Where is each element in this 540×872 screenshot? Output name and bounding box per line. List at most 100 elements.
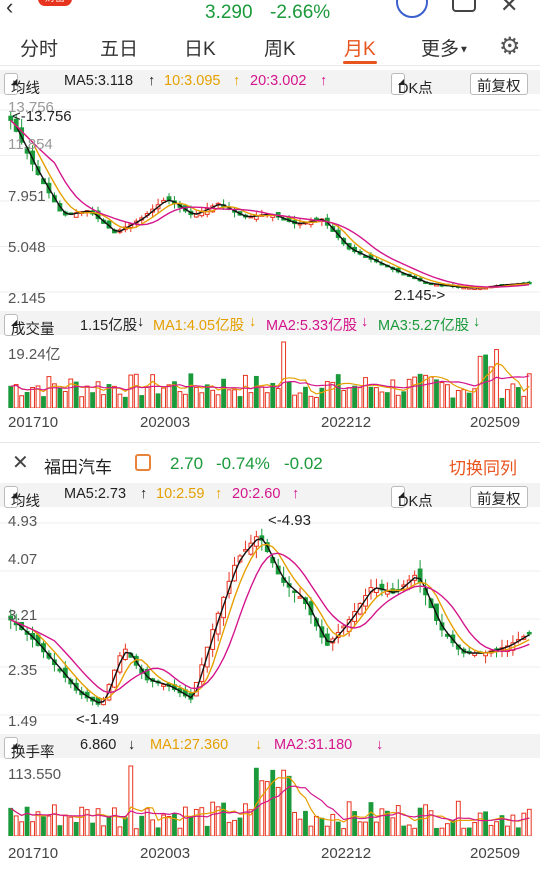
chart2-turnover[interactable] <box>0 760 540 837</box>
vol-ma1: MA1:4.05亿股 <box>153 318 245 334</box>
adjust-button[interactable]: 前复权 <box>470 486 528 508</box>
volume-bar <box>275 388 281 409</box>
dk-point-button[interactable]: DK点 ◢ <box>391 486 433 510</box>
volume-bar <box>243 803 248 837</box>
volume-bar <box>466 827 472 837</box>
vol-toggle-button[interactable]: 成交量 ◢ <box>4 314 55 338</box>
chart1-volume[interactable] <box>0 336 540 409</box>
volume-bar <box>161 387 166 409</box>
volume-bar <box>281 769 287 837</box>
more-icon[interactable] <box>452 0 476 12</box>
tab-monthly-k[interactable]: 月K <box>344 34 376 61</box>
chart1-candles[interactable] <box>0 96 540 306</box>
volume-bar <box>112 807 117 837</box>
volume-bar <box>199 392 205 409</box>
volume-bar <box>210 801 216 837</box>
volume-bar <box>139 395 145 409</box>
volume-bar <box>232 819 237 837</box>
search-icon[interactable] <box>396 0 428 18</box>
volume-bar <box>133 373 139 409</box>
volume-bar <box>368 386 374 409</box>
volume-bar <box>439 827 445 837</box>
chart2-svg <box>0 522 540 716</box>
turnover-toggle-button[interactable]: 换手率 ◢ <box>4 737 55 761</box>
volume-bar <box>139 815 145 837</box>
c1-low-note: 2.145-> <box>394 287 446 304</box>
volume-bar <box>79 396 85 409</box>
volume-bar <box>182 393 188 409</box>
volume-bar <box>363 377 368 409</box>
ma-toggle-button[interactable]: 均线 ◢ <box>4 486 40 510</box>
vol-ma3: MA3:5.27亿股 <box>378 318 470 334</box>
ma-line-3 <box>10 552 530 694</box>
menu-icon[interactable]: ✕ <box>500 0 518 18</box>
volume-bar <box>51 804 57 837</box>
compare-stock-name: 福田汽车 <box>44 458 112 477</box>
tab-more[interactable]: 更多▼ <box>421 34 469 61</box>
volume-bar <box>417 807 423 837</box>
volume-bar <box>297 392 303 409</box>
divider <box>0 442 540 443</box>
volume-bar <box>144 386 150 409</box>
volume-bar <box>308 395 314 409</box>
chart1-vol-row: 成交量 ◢ 1.15亿股 ↓ MA1:4.05亿股 ↓ MA2:5.33亿股 ↓… <box>0 311 540 338</box>
volume-bar <box>412 376 418 409</box>
volume-bar <box>204 384 210 409</box>
ma-toggle-button[interactable]: 均线 ◢ <box>4 73 40 97</box>
switch-compare-button[interactable]: 切换同列 <box>449 454 517 479</box>
volume-bar <box>122 396 128 409</box>
volume-bar <box>221 378 227 409</box>
c2-price-label: 1.49 <box>8 713 38 730</box>
volume-bar <box>319 817 325 837</box>
ma-line-1 <box>10 119 530 289</box>
volume-bar <box>461 827 467 837</box>
close-icon[interactable]: ✕ <box>12 450 29 475</box>
turnover-ma2: MA2:31.180 <box>274 737 353 753</box>
ma-line-3 <box>10 119 530 288</box>
volume-bar <box>417 373 423 409</box>
volume-bar <box>193 386 199 409</box>
turnover-max-label: 113.550 <box>8 766 62 783</box>
settings-icon[interactable]: ⚙ <box>499 32 521 61</box>
c1-price-label: 7.951 <box>8 188 46 205</box>
volume-bar <box>439 382 445 409</box>
volume-bar <box>384 392 390 409</box>
volume-bar <box>363 821 368 837</box>
volume-bar <box>237 396 243 409</box>
volume-bar <box>188 816 194 837</box>
tab-five-day[interactable]: 五日 <box>100 34 138 61</box>
volume-bar <box>13 815 19 837</box>
volume-bar <box>286 775 292 837</box>
c2-price-label: 4.93 <box>8 513 38 530</box>
volume-bar <box>505 825 510 837</box>
vol-ma1-arrow: ↓ <box>249 314 257 330</box>
lock-icon[interactable] <box>135 454 151 471</box>
tab-weekly-k[interactable]: 周K <box>264 34 296 61</box>
turnover-toggle-label: 换手率 <box>11 745 55 761</box>
adjust-button[interactable]: 前复权 <box>470 73 528 95</box>
dropdown-icon: ▼ <box>459 44 469 56</box>
tab-daily-k[interactable]: 日K <box>184 34 216 61</box>
volume-bar <box>488 824 494 837</box>
volume-bar <box>259 386 265 409</box>
volume-bar <box>264 392 270 409</box>
volume-bar <box>177 827 183 837</box>
volume-bar <box>221 802 227 837</box>
volume-bar <box>357 821 363 837</box>
back-arrow-icon[interactable]: ‹ <box>6 0 13 20</box>
volume-bar <box>133 828 139 837</box>
volume-bar <box>379 391 385 409</box>
tab-intraday[interactable]: 分时 <box>20 34 58 61</box>
dk-point-button[interactable]: DK点 ◢ <box>391 73 433 97</box>
chart2-candles[interactable] <box>0 509 540 731</box>
volume-bar <box>423 804 428 837</box>
volume-bar <box>46 376 52 409</box>
c2-high-note: <-4.93 <box>268 512 311 529</box>
volume-bar <box>13 384 19 409</box>
volume-bar <box>19 395 25 409</box>
compare-header: ✕ 福田汽车 2.70 -0.74% -0.02 切换同列 <box>0 448 540 480</box>
dropdown-icon: ◢ <box>11 77 18 86</box>
c2-date: 202212 <box>321 845 372 862</box>
volume-bar <box>90 822 96 837</box>
volume-bar <box>455 389 461 409</box>
